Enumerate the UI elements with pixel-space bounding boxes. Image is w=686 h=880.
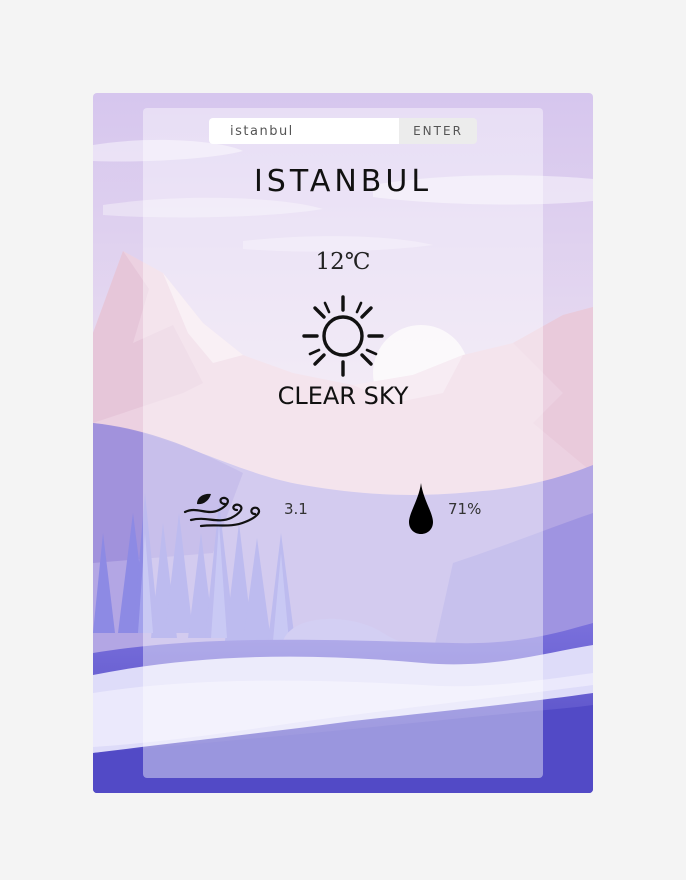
weather-description: CLEAR SKY xyxy=(277,382,409,410)
city-name: ISTANBUL xyxy=(253,164,433,199)
city-search-input[interactable] xyxy=(209,118,399,144)
droplet-icon xyxy=(409,483,433,534)
wind-icon xyxy=(183,493,261,528)
temperature: 12℃ xyxy=(315,249,371,275)
wind-speed-value: 3.1 xyxy=(284,500,308,518)
enter-button[interactable]: ENTER xyxy=(399,118,477,144)
weather-card: ENTER ISTANBUL 12℃ CLEAR SKY xyxy=(143,108,543,778)
sun-icon xyxy=(302,295,384,377)
humidity-value: 71% xyxy=(448,500,482,518)
weather-app: ENTER ISTANBUL 12℃ CLEAR SKY xyxy=(93,93,593,793)
search-bar: ENTER xyxy=(209,118,477,144)
